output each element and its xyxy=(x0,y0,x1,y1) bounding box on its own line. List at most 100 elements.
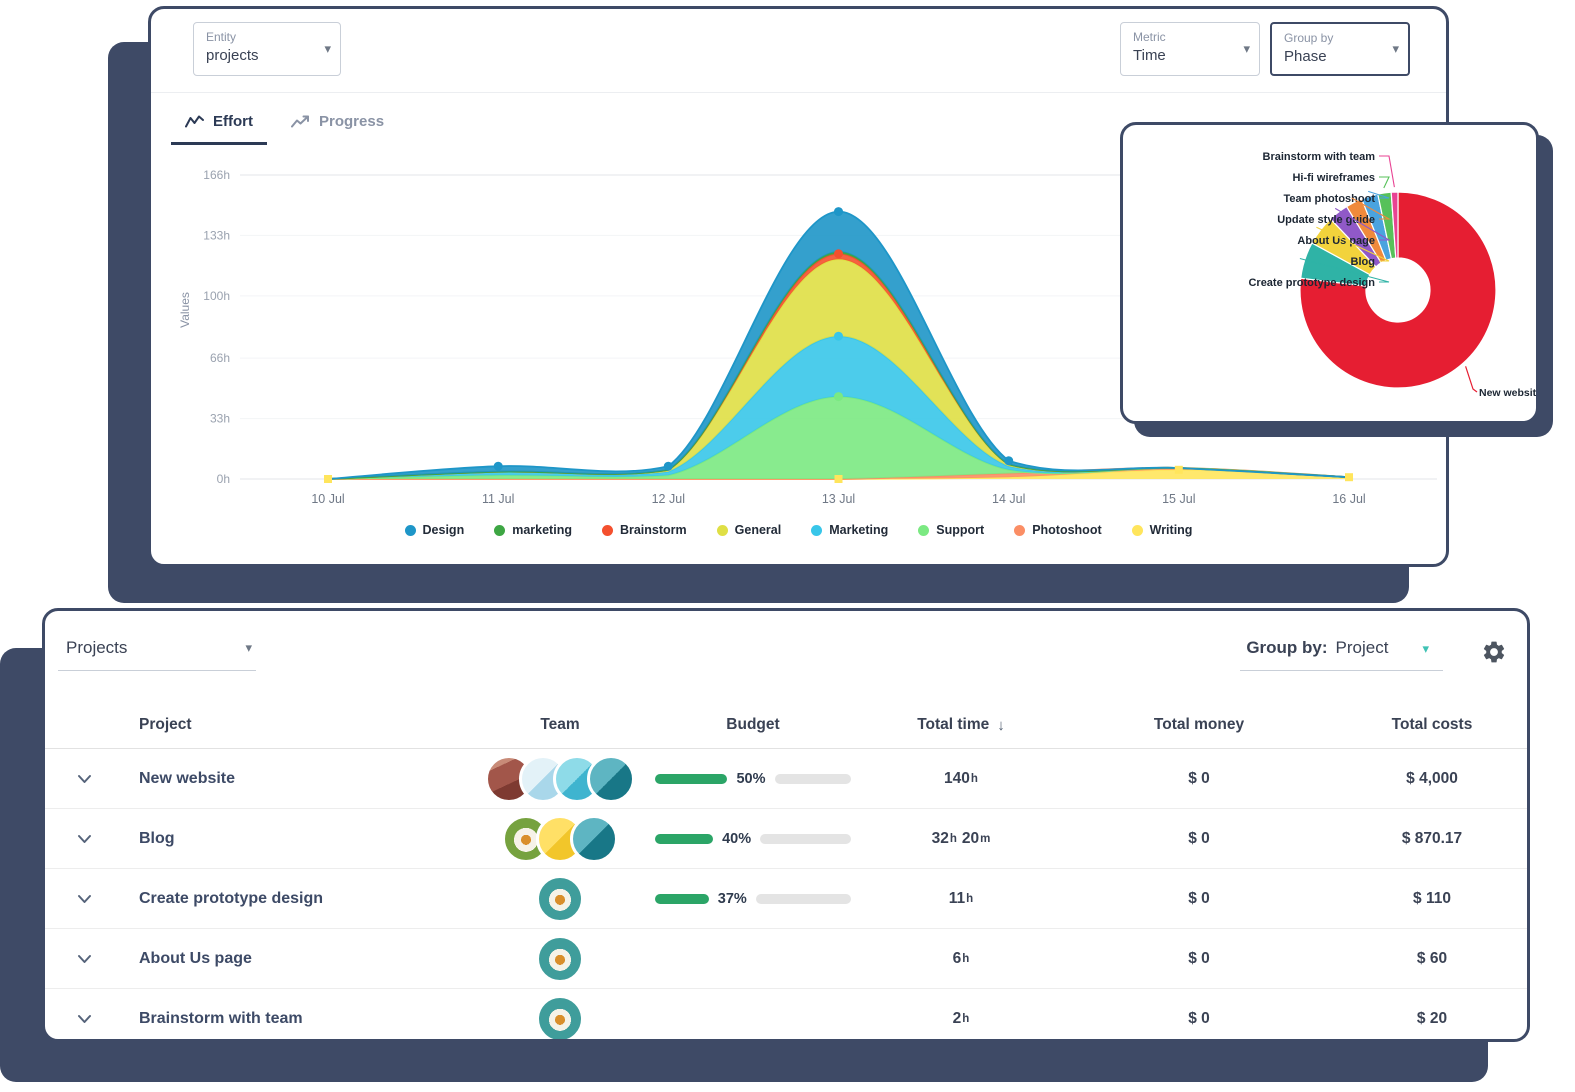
legend-dot xyxy=(716,524,728,536)
tab-label: Effort xyxy=(213,113,253,130)
data-point-marker xyxy=(1174,465,1183,474)
time-value: 20 xyxy=(961,829,980,847)
project-name[interactable]: New website xyxy=(123,770,475,788)
entity-dropdown[interactable]: Entity projects ▾ xyxy=(193,22,341,76)
avatar-split-teal[interactable] xyxy=(587,754,635,803)
legend-item-marketing[interactable]: marketing xyxy=(494,523,572,537)
chevron-down-icon: ▾ xyxy=(1392,41,1399,56)
total-costs: $ 4,000 xyxy=(1406,769,1458,787)
label-leader-line xyxy=(1379,176,1390,189)
legend-dot xyxy=(1014,524,1026,536)
row-expander[interactable] xyxy=(45,1014,123,1024)
groupby-phase-dropdown[interactable]: Group by Phase ▾ xyxy=(1270,22,1410,76)
metric-dropdown-value: Time xyxy=(1133,47,1166,64)
column-header-budget[interactable]: Budget xyxy=(645,716,861,734)
table-row: New website 50% 140 h $ 0 $ 4,000 xyxy=(45,749,1527,809)
column-header-team[interactable]: Team xyxy=(475,716,645,734)
legend-item-Support[interactable]: Support xyxy=(918,523,984,537)
total-money: $ 0 xyxy=(1188,769,1210,787)
legend-label: Support xyxy=(936,523,985,537)
column-header-project[interactable]: Project xyxy=(123,716,475,734)
chevron-down-icon xyxy=(77,834,91,843)
table-row: Brainstorm with team 2 h $ 0 $ 20 xyxy=(45,989,1527,1039)
total-money: $ 0 xyxy=(1188,1009,1210,1027)
legend-item-Marketing[interactable]: Marketing xyxy=(811,523,888,537)
chevron-down-icon xyxy=(77,954,91,963)
total-time: 11 h xyxy=(861,890,1061,908)
legend-item-Design[interactable]: Design xyxy=(404,523,464,537)
data-point-marker xyxy=(1345,473,1353,482)
y-tick-label: 0h xyxy=(217,472,230,486)
avatar-flower-teal[interactable] xyxy=(536,874,584,923)
data-point-marker xyxy=(493,461,503,471)
total-time: 140 h xyxy=(861,770,1061,788)
budget-progress: 50% xyxy=(645,771,861,787)
legend-dot xyxy=(404,524,416,536)
metric-dropdown[interactable]: Metric Time ▾ xyxy=(1120,22,1260,76)
legend-dot xyxy=(1131,524,1143,536)
total-costs: $ 110 xyxy=(1413,889,1451,907)
legend-label: marketing xyxy=(512,523,572,537)
team-avatars xyxy=(475,934,645,983)
team-avatars xyxy=(475,814,645,863)
budget-percent: 40% xyxy=(722,830,752,847)
avatar-split-teal[interactable] xyxy=(570,814,618,863)
legend-item-General[interactable]: General xyxy=(716,523,781,537)
tab-progress[interactable]: Progress xyxy=(277,103,398,145)
chevron-down-icon xyxy=(77,894,91,903)
pie-label: New website xyxy=(1479,387,1539,399)
column-header-total-money[interactable]: Total money xyxy=(1061,716,1337,734)
projects-table-card: Projects ▾ Group by: Project ▾ Project Te… xyxy=(42,608,1530,1042)
table-groupby-dropdown[interactable]: Group by: Project ▾ xyxy=(1240,636,1443,671)
legend-dot xyxy=(811,524,823,536)
row-expander[interactable] xyxy=(45,774,123,784)
legend-item-Writing[interactable]: Writing xyxy=(1131,523,1193,537)
table-row: Blog 40% 32 h 20 m $ 0 $ 870.17 xyxy=(45,809,1527,869)
row-expander[interactable] xyxy=(45,954,123,964)
sort-desc-icon: ↓ xyxy=(997,716,1005,734)
budget-percent: 37% xyxy=(717,890,747,907)
project-name[interactable]: Blog xyxy=(123,830,475,848)
legend-label: Brainstorm xyxy=(619,523,687,537)
data-point-marker xyxy=(834,249,843,259)
column-header-total-time[interactable]: Total time ↓ xyxy=(861,716,1061,734)
legend-item-Brainstorm[interactable]: Brainstorm xyxy=(601,523,687,537)
projects-dropdown[interactable]: Projects ▾ xyxy=(58,636,256,671)
entity-dropdown-value: projects xyxy=(206,47,259,64)
legend-item-Photoshoot[interactable]: Photoshoot xyxy=(1014,523,1102,537)
y-tick-label: 100h xyxy=(203,289,230,303)
time-by-project-card: Brainstorm with team Hi-fi wireframes Team… xyxy=(1120,122,1539,424)
metric-dropdown-label: Metric xyxy=(1133,30,1166,44)
y-tick-label: 166h xyxy=(203,168,230,182)
table-row: About Us page 6 h $ 0 $ 60 xyxy=(45,929,1527,989)
pie-label: Brainstorm with team xyxy=(1263,151,1376,163)
projects-dropdown-value: Projects xyxy=(66,638,128,657)
project-name[interactable]: About Us page xyxy=(123,950,475,968)
time-by-project-donut[interactable]: Brainstorm with teamHi-fi wireframesTeam… xyxy=(1123,125,1539,424)
project-name[interactable]: Brainstorm with team xyxy=(123,1010,475,1028)
tab-effort[interactable]: Effort xyxy=(171,103,267,145)
column-header-total-costs[interactable]: Total costs xyxy=(1337,716,1527,734)
avatar-flower-teal[interactable] xyxy=(536,934,584,983)
groupby-value: Project xyxy=(1335,638,1389,657)
data-point-marker xyxy=(834,331,843,341)
total-money: $ 0 xyxy=(1188,889,1210,907)
data-point-marker xyxy=(324,475,332,483)
total-costs: $ 60 xyxy=(1416,949,1448,967)
project-name[interactable]: Create prototype design xyxy=(123,890,475,908)
total-costs: $ 870.17 xyxy=(1401,829,1463,847)
row-expander[interactable] xyxy=(45,894,123,904)
x-tick-label: 15 Jul xyxy=(1162,492,1195,506)
row-expander[interactable] xyxy=(45,834,123,844)
data-point-marker xyxy=(663,461,673,471)
tab-label: Progress xyxy=(319,113,385,130)
total-money: $ 0 xyxy=(1188,949,1210,967)
pie-label: Create prototype design xyxy=(1248,277,1375,289)
time-value: 6 xyxy=(952,949,962,967)
legend-dot xyxy=(494,524,506,536)
team-avatars xyxy=(475,754,645,803)
settings-gear-icon[interactable] xyxy=(1481,639,1507,665)
data-point-marker xyxy=(834,207,843,217)
legend-label: Writing xyxy=(1149,523,1193,537)
avatar-flower-teal[interactable] xyxy=(536,994,584,1039)
